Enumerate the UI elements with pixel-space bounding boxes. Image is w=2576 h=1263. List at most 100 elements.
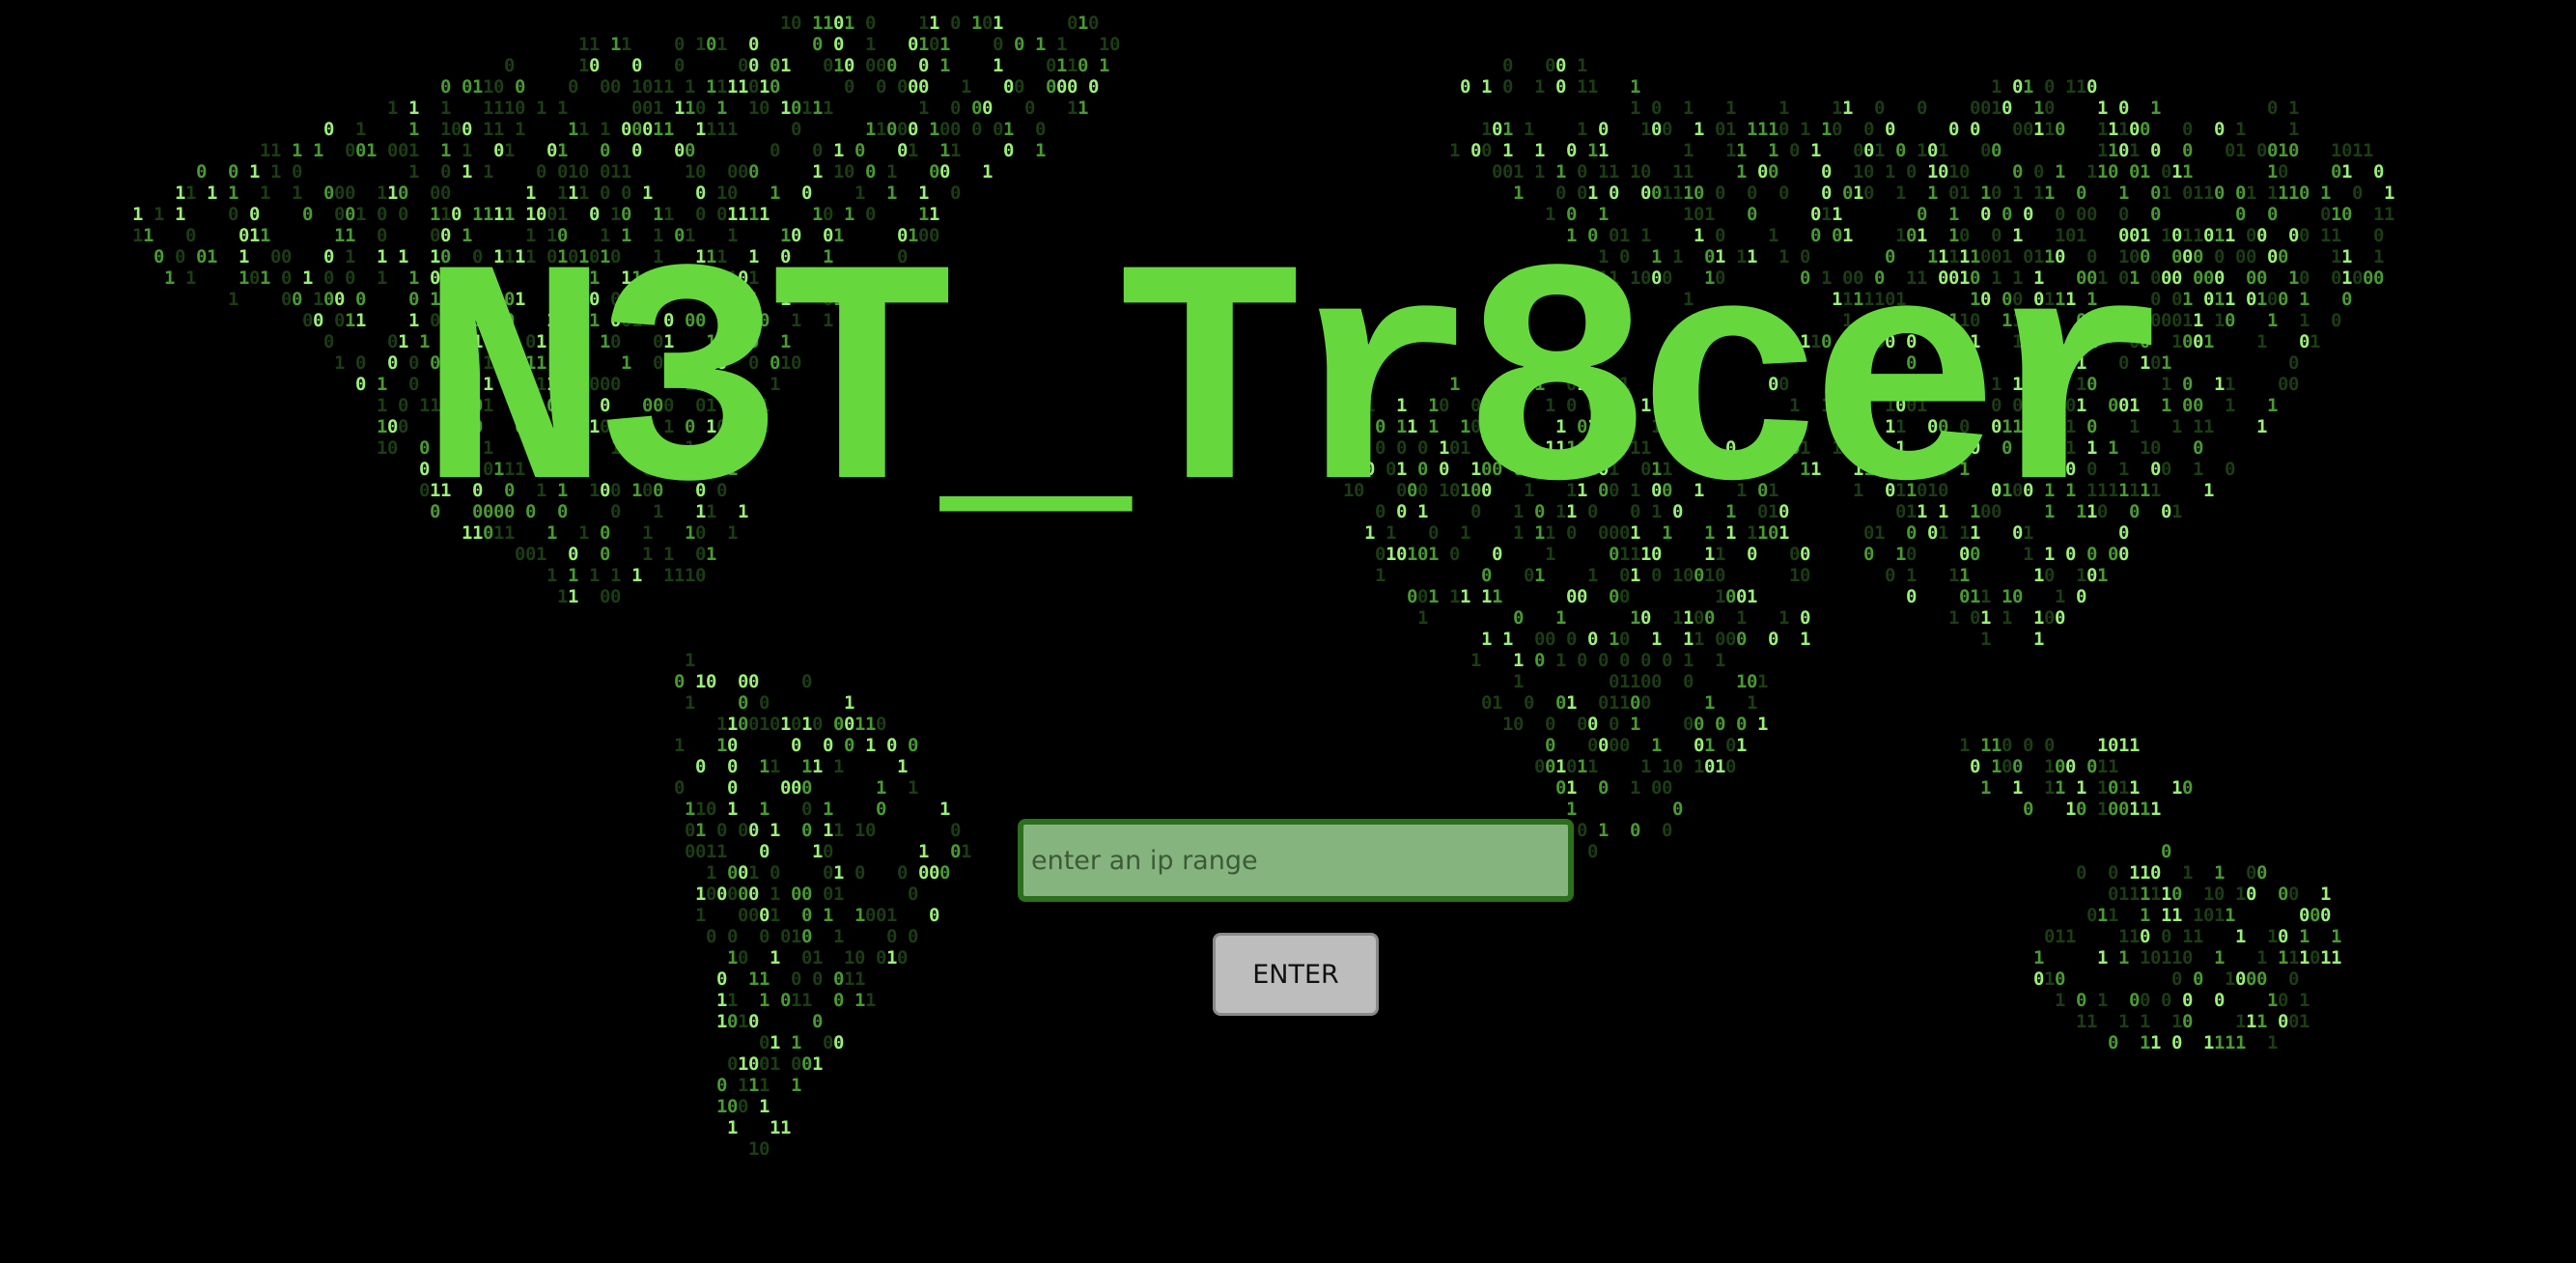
binary-digit: 1 bbox=[1630, 161, 1640, 182]
binary-digit: 0 bbox=[621, 119, 631, 140]
binary-digit: 0 bbox=[323, 182, 334, 204]
binary-digit: 1 bbox=[886, 182, 897, 204]
binary-digit: 1 bbox=[759, 990, 770, 1011]
binary-digit: 1 bbox=[1651, 629, 1662, 650]
binary-digit: 1 bbox=[2097, 947, 2108, 968]
binary-digit: 1 bbox=[1460, 586, 1470, 607]
binary-digit: 0 bbox=[1938, 161, 1948, 182]
binary-digit: 1 bbox=[2118, 1011, 2129, 1032]
binary-digit: 1 bbox=[2108, 756, 2118, 777]
binary-digit: 1 bbox=[483, 161, 493, 182]
binary-digit: 1 bbox=[748, 968, 759, 990]
binary-digit: 1 bbox=[313, 140, 323, 161]
binary-digit: 0 bbox=[1598, 777, 1609, 799]
binary-digit: 0 bbox=[1694, 735, 1704, 756]
binary-digit: 1 bbox=[2235, 1032, 2246, 1053]
binary-digit: 1 bbox=[2044, 119, 2055, 140]
binary-digit: 0 bbox=[1853, 140, 1863, 161]
binary-digit: 0 bbox=[1545, 629, 1555, 650]
binary-digit: 0 bbox=[2214, 182, 2225, 204]
binary-digit: 0 bbox=[716, 820, 727, 841]
binary-digit: 0 bbox=[600, 161, 610, 182]
binary-digit: 0 bbox=[1640, 671, 1651, 692]
binary-digit: 0 bbox=[2278, 161, 2288, 182]
binary-digit: 0 bbox=[876, 799, 886, 820]
binary-digit: 1 bbox=[1810, 140, 1821, 161]
binary-digit: 0 bbox=[812, 140, 823, 161]
binary-digit: 0 bbox=[462, 76, 472, 98]
binary-digit: 1 bbox=[154, 204, 164, 225]
binary-digit: 0 bbox=[1555, 55, 1566, 76]
binary-digit: 0 bbox=[1662, 777, 1672, 799]
binary-digit: 1 bbox=[2246, 1011, 2256, 1032]
binary-digit: 1 bbox=[685, 161, 695, 182]
binary-digit: 0 bbox=[738, 692, 748, 714]
binary-digit: 0 bbox=[2288, 1011, 2299, 1032]
binary-digit: 0 bbox=[2288, 968, 2299, 990]
binary-digit: 0 bbox=[1577, 820, 1587, 841]
binary-digit: 0 bbox=[1725, 629, 1736, 650]
binary-digit: 1 bbox=[642, 182, 653, 204]
binary-digit: 0 bbox=[1736, 586, 1747, 607]
binary-digit: 0 bbox=[2044, 926, 2055, 947]
binary-digit: 0 bbox=[1577, 714, 1587, 735]
binary-digit: 1 bbox=[759, 714, 770, 735]
binary-digit: 0 bbox=[1662, 119, 1672, 140]
binary-digit: 1 bbox=[1948, 607, 1959, 629]
binary-digit: 1 bbox=[1970, 586, 1980, 607]
binary-digit: 0 bbox=[440, 182, 451, 204]
binary-digit: 0 bbox=[1959, 161, 1970, 182]
binary-digit: 0 bbox=[600, 76, 610, 98]
binary-digit: 0 bbox=[1619, 629, 1630, 650]
binary-digit: 1 bbox=[854, 905, 865, 926]
binary-digit: 1 bbox=[1566, 777, 1577, 799]
binary-digit: 0 bbox=[1609, 714, 1619, 735]
binary-digit: 0 bbox=[2023, 735, 2033, 756]
binary-digit: 1 bbox=[504, 140, 515, 161]
binary-digit: 1 bbox=[876, 777, 886, 799]
binary-digit: 0 bbox=[2278, 1011, 2288, 1032]
binary-digit: 1 bbox=[2140, 947, 2150, 968]
binary-digit: 1 bbox=[738, 1053, 748, 1075]
binary-digit: 1 bbox=[2203, 182, 2214, 204]
binary-digit: 1 bbox=[844, 947, 854, 968]
binary-digit: 1 bbox=[1800, 119, 1810, 140]
binary-digit: 0 bbox=[844, 55, 854, 76]
ip-range-input[interactable] bbox=[1018, 819, 1574, 902]
binary-digit: 0 bbox=[2193, 968, 2203, 990]
binary-digit: 1 bbox=[908, 777, 918, 799]
binary-digit: 1 bbox=[2267, 161, 2278, 182]
binary-digit: 1 bbox=[1885, 161, 1895, 182]
binary-digit: 0 bbox=[674, 34, 685, 55]
binary-digit: 1 bbox=[1853, 182, 1863, 204]
binary-digit: 0 bbox=[578, 161, 589, 182]
binary-digit: 0 bbox=[854, 862, 865, 884]
binary-digit: 1 bbox=[833, 756, 844, 777]
binary-digit: 0 bbox=[1863, 119, 1874, 140]
binary-digit: 0 bbox=[1821, 161, 1832, 182]
binary-digit: 1 bbox=[1980, 777, 1991, 799]
binary-digit: 1 bbox=[1959, 182, 1970, 204]
binary-digit: 0 bbox=[791, 884, 801, 905]
enter-button[interactable]: ENTER bbox=[1213, 933, 1379, 1016]
binary-digit: 1 bbox=[716, 119, 727, 140]
binary-digit: 1 bbox=[1725, 119, 1736, 140]
binary-digit: 0 bbox=[1640, 607, 1651, 629]
binary-digit: 1 bbox=[1725, 140, 1736, 161]
binary-digit: 0 bbox=[950, 98, 961, 119]
binary-digit: 1 bbox=[1683, 629, 1694, 650]
binary-digit: 0 bbox=[695, 841, 706, 862]
binary-digit: 0 bbox=[908, 34, 918, 55]
binary-digit: 0 bbox=[2108, 799, 2118, 820]
binary-digit: 1 bbox=[1534, 76, 1545, 98]
binary-digit: 1 bbox=[2193, 905, 2203, 926]
binary-digit: 1 bbox=[833, 161, 844, 182]
binary-digit: 1 bbox=[780, 714, 791, 735]
binary-digit: 1 bbox=[1757, 671, 1768, 692]
binary-digit: 1 bbox=[440, 98, 451, 119]
binary-digit: 0 bbox=[631, 98, 642, 119]
binary-digit: 0 bbox=[801, 182, 812, 204]
binary-digit: 1 bbox=[355, 119, 366, 140]
app-logo-title: N3T_Tr8cer bbox=[418, 212, 2174, 574]
binary-digit: 0 bbox=[770, 140, 780, 161]
